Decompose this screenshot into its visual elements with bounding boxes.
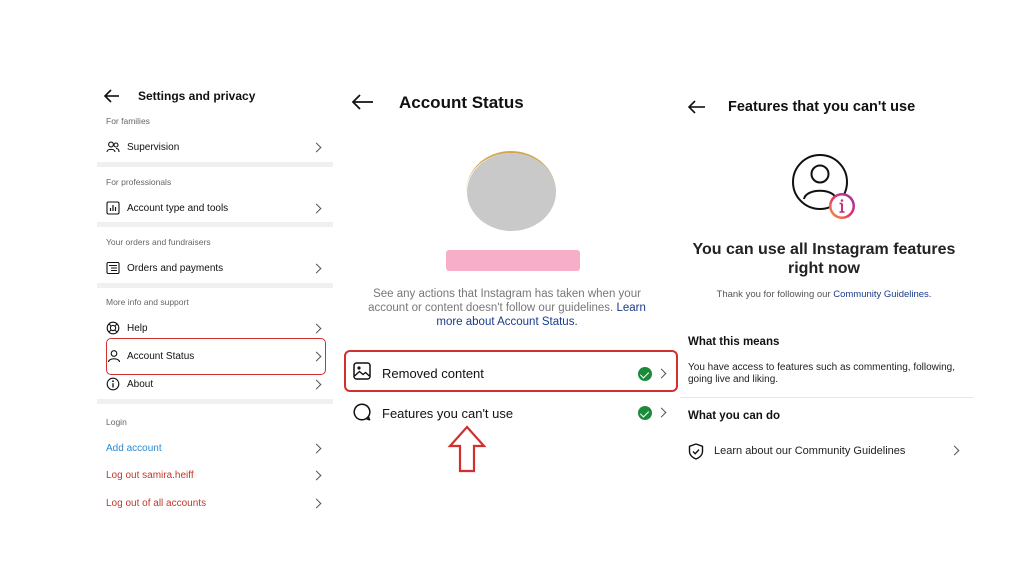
- receipt-icon: [106, 261, 120, 275]
- menu-item-supervision[interactable]: Supervision: [97, 138, 333, 158]
- menu-item-label: Supervision: [127, 142, 180, 153]
- chevron-right-icon: [311, 263, 322, 274]
- section-label-orders: Your orders and fundraisers: [106, 237, 211, 247]
- menu-item-label: About: [127, 379, 154, 390]
- divider: [97, 399, 333, 404]
- chevron-right-icon: [656, 368, 667, 379]
- chevron-right-icon: [311, 203, 322, 214]
- learn-guidelines-row[interactable]: Learn about our Community Guidelines: [680, 438, 970, 464]
- page-title: Settings and privacy: [138, 89, 256, 103]
- account-status-panel: Account Status See any actions that Inst…: [340, 0, 680, 569]
- section-body: You have access to features such as comm…: [688, 362, 956, 385]
- chevron-right-icon: [311, 323, 322, 334]
- features-cant-use-row[interactable]: Features you can't use: [348, 395, 674, 429]
- thanks-prefix: Thank you for following our: [716, 289, 831, 300]
- chevron-right-icon: [311, 470, 322, 481]
- menu-item-account-status[interactable]: Account Status: [97, 347, 333, 367]
- community-guidelines-link[interactable]: Community Guidelines.: [833, 289, 931, 300]
- chevron-right-icon: [311, 379, 322, 390]
- image-icon: [353, 362, 371, 380]
- people-icon: [106, 141, 120, 153]
- section-heading: What you can do: [688, 410, 780, 422]
- chevron-right-icon: [656, 407, 667, 418]
- add-account-link[interactable]: Add account: [97, 439, 333, 459]
- thanks-text: Thank you for following our Community Gu…: [674, 289, 974, 300]
- divider: [97, 283, 333, 288]
- menu-item-label: Account type and tools: [127, 203, 229, 214]
- section-label-more-info: More info and support: [106, 297, 189, 307]
- back-arrow-icon[interactable]: [688, 100, 706, 114]
- page-title: Account Status: [399, 93, 524, 112]
- username-redacted: [446, 250, 580, 271]
- chat-bubble-icon: [353, 403, 371, 421]
- menu-item-account-type[interactable]: Account type and tools: [97, 199, 333, 219]
- chevron-right-icon: [311, 142, 322, 153]
- help-icon: [106, 321, 120, 335]
- menu-item-label: Log out samira.heiff: [106, 470, 194, 481]
- chart-icon: [106, 201, 120, 215]
- avatar: [467, 153, 556, 231]
- section-label-families: For families: [106, 116, 150, 126]
- divider: [97, 162, 333, 167]
- row-label: Learn about our Community Guidelines: [714, 445, 906, 457]
- info-icon: [106, 377, 120, 391]
- section-label-professionals: For professionals: [106, 177, 172, 187]
- section-label-login: Login: [106, 417, 127, 427]
- menu-item-label: Account Status: [127, 351, 195, 362]
- description-text: See any actions that Instagram has taken…: [357, 287, 657, 329]
- menu-item-label: Add account: [106, 443, 162, 454]
- person-icon: [107, 350, 121, 363]
- features-panel: Features that you can't use You can use …: [680, 0, 1024, 569]
- menu-item-about[interactable]: About: [97, 375, 333, 395]
- section-heading: What this means: [688, 336, 780, 348]
- chevron-right-icon: [311, 498, 322, 509]
- menu-item-label: Log out of all accounts: [106, 498, 207, 509]
- description-body: See any actions that Instagram has taken…: [368, 288, 641, 314]
- menu-item-label: Help: [127, 323, 148, 334]
- headline: You can use all Instagram features right…: [692, 241, 956, 277]
- settings-panel: Settings and privacy For families Superv…: [0, 0, 340, 569]
- shield-check-icon: [688, 443, 704, 460]
- menu-item-label: Orders and payments: [127, 263, 224, 274]
- up-arrow-annotation-icon: [447, 425, 487, 473]
- divider: [680, 397, 973, 398]
- log-out-all-button[interactable]: Log out of all accounts: [97, 494, 333, 514]
- row-label: Removed content: [382, 366, 484, 381]
- chevron-right-icon: [311, 351, 322, 362]
- menu-item-orders-payments[interactable]: Orders and payments: [97, 259, 333, 279]
- log-out-user-button[interactable]: Log out samira.heiff: [97, 466, 333, 486]
- check-icon: [638, 406, 652, 420]
- removed-content-row[interactable]: Removed content: [348, 354, 674, 388]
- chevron-right-icon: [311, 443, 322, 454]
- row-label: Features you can't use: [382, 406, 514, 421]
- back-arrow-icon[interactable]: [104, 89, 120, 103]
- back-arrow-icon[interactable]: [352, 94, 374, 110]
- divider: [97, 222, 333, 227]
- chevron-right-icon: [949, 445, 960, 456]
- page-title: Features that you can't use: [728, 99, 916, 115]
- account-info-icon: [792, 154, 855, 219]
- menu-item-help[interactable]: Help: [97, 319, 333, 339]
- check-icon: [638, 367, 652, 381]
